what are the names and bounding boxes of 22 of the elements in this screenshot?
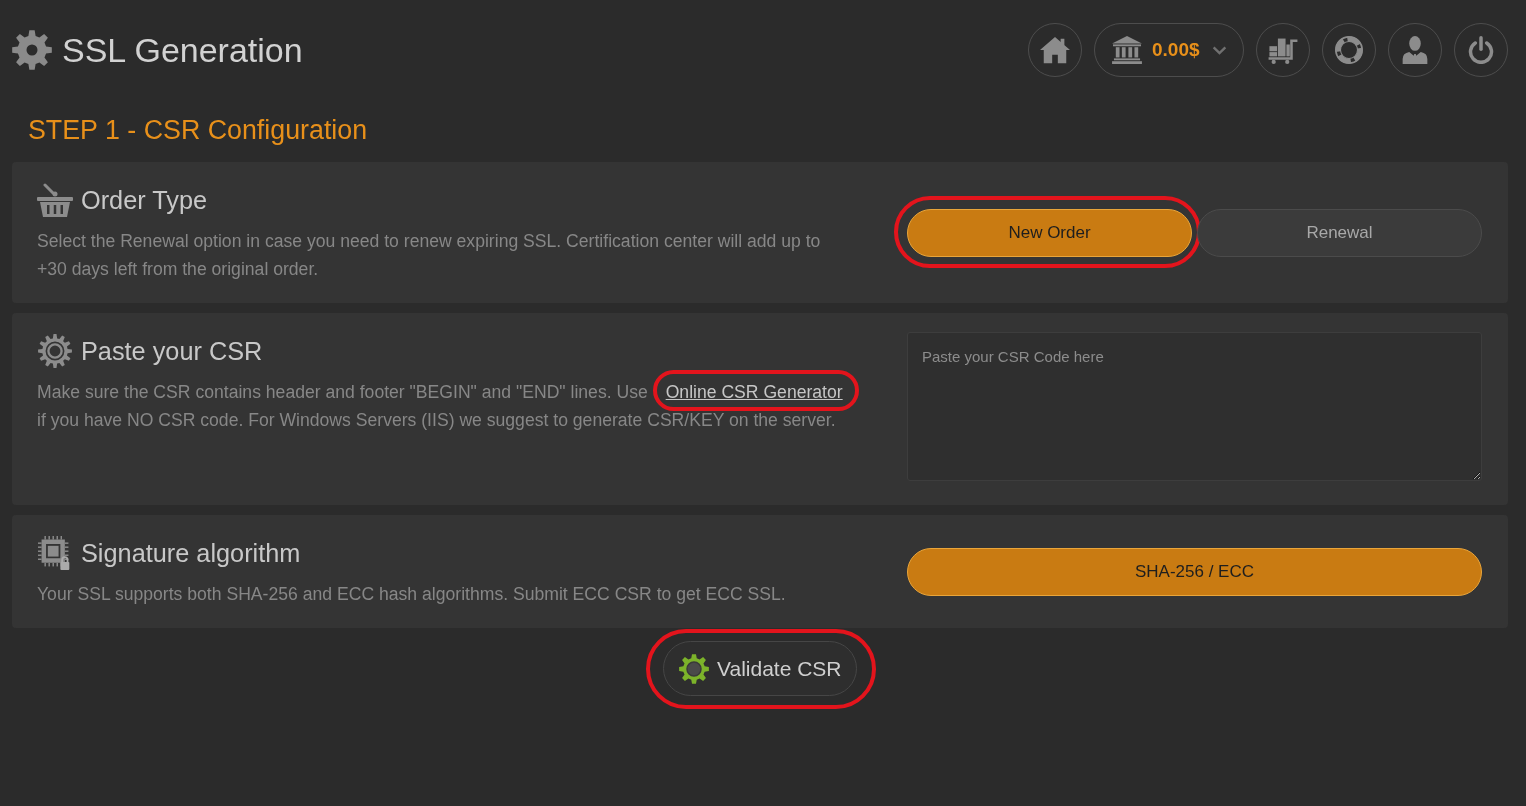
step-title: STEP 1 - CSR Configuration (27, 114, 369, 146)
chevron-down-icon (1211, 45, 1227, 55)
power-icon (1466, 36, 1496, 64)
lifebuoy-icon (1334, 36, 1364, 64)
page-title: SSL Generation (62, 30, 303, 70)
user-icon (1400, 36, 1430, 64)
section-description: Your SSL supports both SHA-256 and ECC hash algorithms. Submit ECC CSR to get ECC SSL. (37, 583, 787, 606)
gear-icon (679, 653, 709, 684)
gear-icon (37, 334, 73, 368)
bank-icon (1112, 36, 1142, 64)
section-description: Select the Renewal option in case you need to renew expiring SSL. Certification center will add up to +30 days left from the original order. (37, 230, 822, 281)
csr-generator-link[interactable]: Online CSR Generator (652, 370, 859, 411)
basket-icon (37, 183, 73, 217)
cart-icon (1268, 36, 1298, 64)
home-icon (1040, 36, 1070, 64)
csr-input-field[interactable]: Paste your CSR Code here (907, 332, 1482, 481)
option-button[interactable]: SHA-256 / ECC (907, 547, 1482, 596)
section-title: Paste your CSR (81, 336, 263, 366)
section-title: Order Type (81, 185, 208, 215)
section-title: Signature algorithm (81, 538, 301, 568)
option-button[interactable]: Renewal (1197, 208, 1482, 257)
gear-icon (12, 30, 52, 70)
